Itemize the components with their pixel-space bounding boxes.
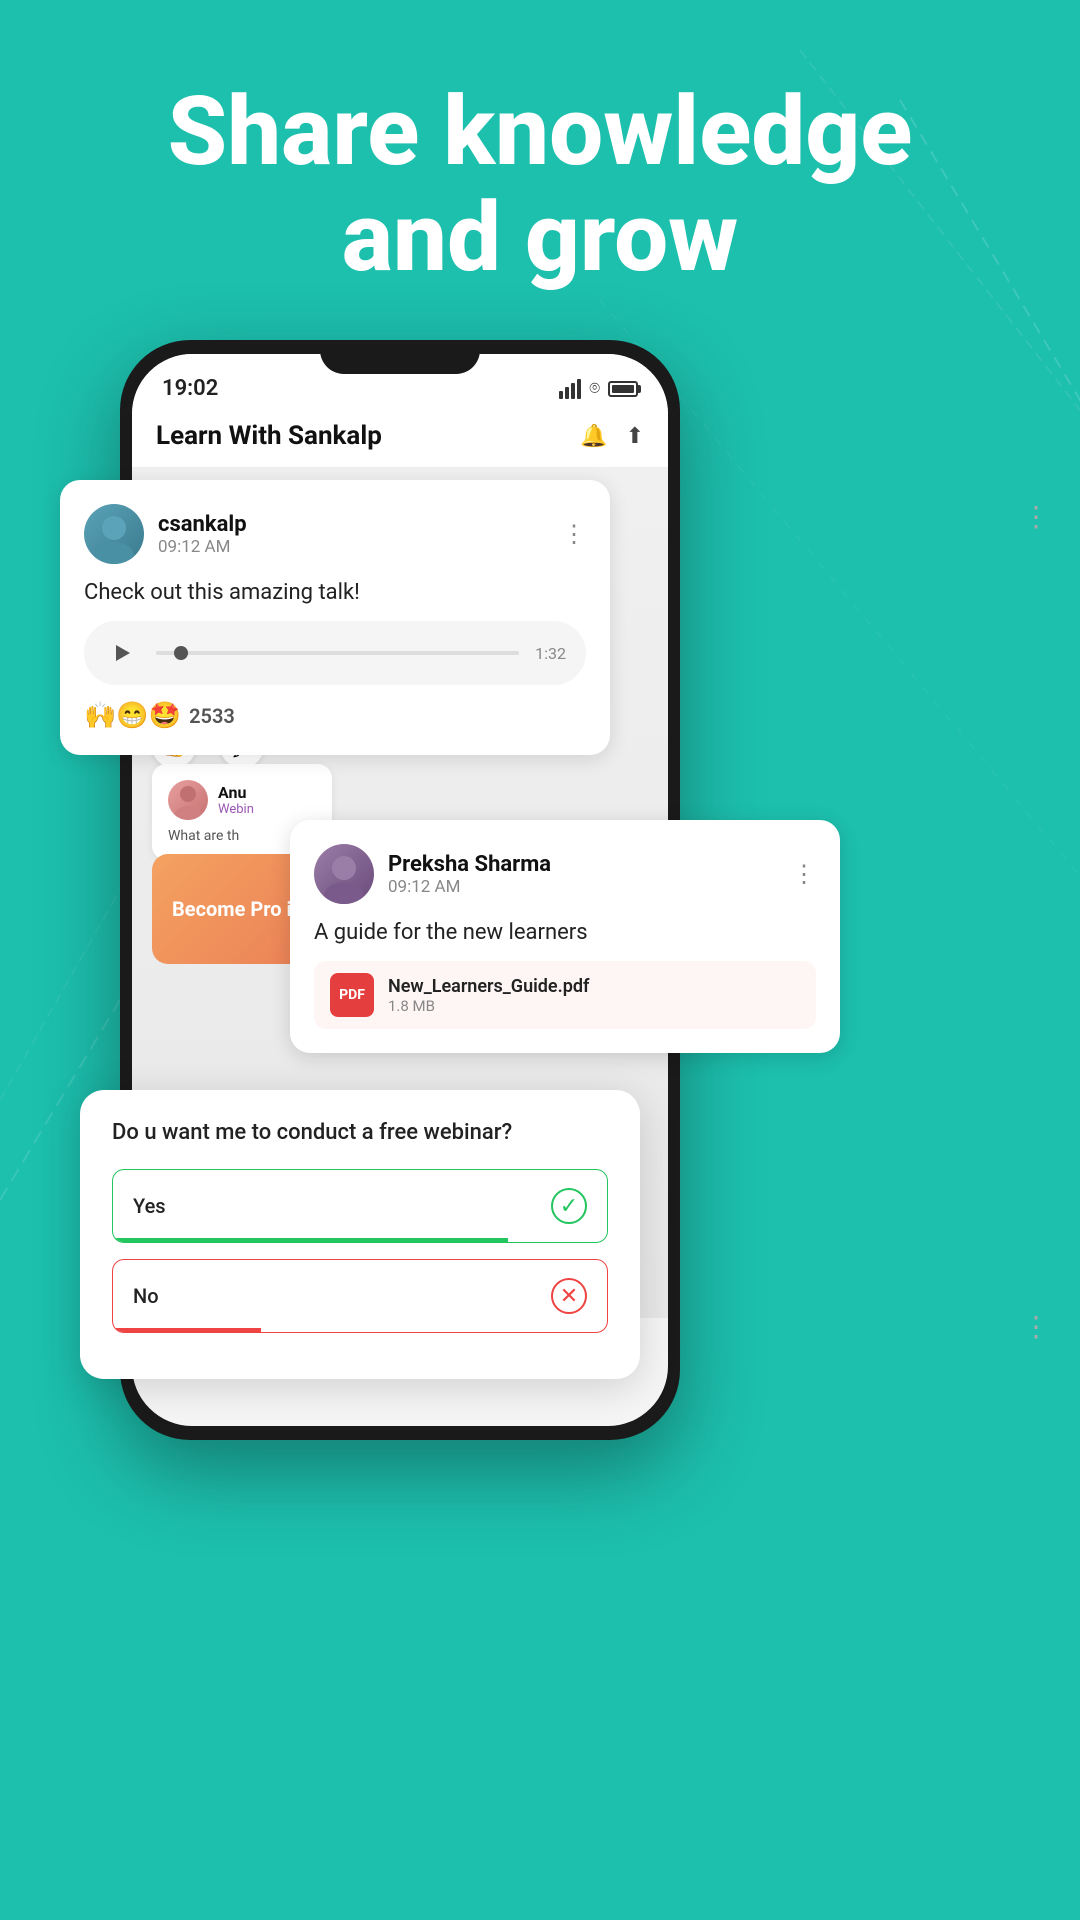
post2-header: Preksha Sharma 09:12 AM ⋮	[314, 844, 816, 904]
poll-option-yes[interactable]: Yes ✓	[112, 1169, 608, 1243]
post1-header: csankalp 09:12 AM ⋮	[84, 504, 586, 564]
file-size: 1.8 MB	[388, 997, 589, 1015]
app-header: Learn With Sankalp 🔔 ⬆	[132, 409, 668, 468]
poll-no-icon: ✕	[551, 1278, 587, 1314]
file-name: New_Learners_Guide.pdf	[388, 976, 589, 997]
battery-icon	[608, 381, 638, 397]
community-name: Anu	[218, 783, 254, 802]
post1-text: Check out this amazing talk!	[84, 580, 586, 605]
app-title: Learn With Sankalp	[156, 421, 382, 451]
poll-no-bar	[113, 1328, 261, 1332]
share-icon[interactable]: ⬆	[626, 424, 644, 449]
reaction-emojis: 🙌😁🤩	[84, 701, 181, 731]
reaction-count: 2533	[189, 704, 235, 728]
post2-avatar	[314, 844, 374, 904]
post1-reactions: 🙌😁🤩 2533	[84, 701, 586, 731]
post2-more-icon[interactable]: ⋮	[792, 860, 816, 888]
header-icons: 🔔 ⬆	[580, 424, 644, 449]
post2-time: 09:12 AM	[388, 877, 551, 897]
poll-question: Do u want me to conduct a free webinar?	[112, 1120, 608, 1145]
post2-text: A guide for the new learners	[314, 920, 816, 945]
post2-user: Preksha Sharma 09:12 AM	[314, 844, 551, 904]
post2-username: Preksha Sharma	[388, 852, 551, 877]
poll-yes-label: Yes	[133, 1194, 166, 1218]
post1-avatar	[84, 504, 144, 564]
audio-progress-bar[interactable]	[156, 651, 519, 655]
audio-scrubber[interactable]	[174, 646, 188, 660]
status-time: 19:02	[162, 376, 218, 401]
file-attachment[interactable]: PDF New_Learners_Guide.pdf 1.8 MB	[314, 961, 816, 1029]
post1-more-icon[interactable]: ⋮	[562, 520, 586, 548]
community-tag: Webin	[218, 802, 254, 817]
audio-player[interactable]: 1:32	[84, 621, 586, 685]
hero-section: Share knowledge and grow	[0, 80, 1080, 291]
poll-yes-icon: ✓	[551, 1188, 587, 1224]
post1-user: csankalp 09:12 AM	[84, 504, 247, 564]
poll-card: Do u want me to conduct a free webinar? …	[80, 1090, 640, 1379]
audio-duration: 1:32	[535, 644, 566, 663]
poll-option-no[interactable]: No ✕	[112, 1259, 608, 1333]
pdf-icon: PDF	[330, 973, 374, 1017]
bell-icon[interactable]: 🔔	[580, 424, 607, 449]
side-dots-2[interactable]: ⋮	[1022, 1310, 1050, 1343]
phone-notch	[320, 340, 480, 374]
hero-title-line1: Share knowledge	[168, 76, 913, 188]
poll-yes-bar	[113, 1238, 508, 1242]
file-info: New_Learners_Guide.pdf 1.8 MB	[388, 976, 589, 1015]
post1-username: csankalp	[158, 512, 247, 537]
hero-title-line2: and grow	[342, 182, 739, 294]
post-card-2: Preksha Sharma 09:12 AM ⋮ A guide for th…	[290, 820, 840, 1053]
poll-no-label: No	[133, 1284, 159, 1308]
status-icons: ⌾	[559, 378, 638, 399]
become-pro-text: Become Pro in	[172, 897, 303, 921]
wifi-icon: ⌾	[589, 378, 600, 399]
signal-icon	[559, 379, 581, 399]
play-button[interactable]	[104, 635, 140, 671]
post-card-1: csankalp 09:12 AM ⋮ Check out this amazi…	[60, 480, 610, 755]
side-dots-1[interactable]: ⋮	[1022, 500, 1050, 533]
post1-time: 09:12 AM	[158, 537, 247, 557]
